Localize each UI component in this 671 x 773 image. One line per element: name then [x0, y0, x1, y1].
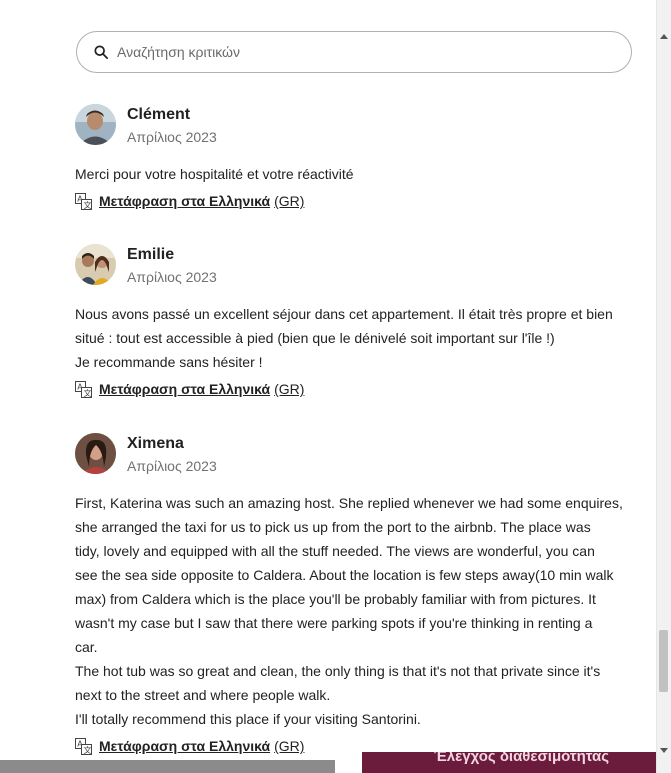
translate-icon: A 文 — [75, 380, 92, 398]
search-input[interactable] — [117, 44, 597, 60]
review-text: Merci pour votre hospitalité et votre ré… — [75, 162, 354, 186]
translate-button[interactable]: A 文 Μετάφραση στα Ελληνικά (GR) — [75, 191, 304, 211]
scroll-up-arrow-icon[interactable] — [660, 34, 668, 39]
review-text-line: situé : tout est accessible à pied (bien… — [75, 330, 555, 346]
review-text-line: The hot tub was so great and clean, the … — [75, 663, 601, 679]
search-icon — [94, 45, 108, 59]
reviewer-name: Emilie — [127, 246, 175, 263]
reviews-modal: Clément Απρίλιος 2023 Merci pour votre h… — [0, 0, 657, 773]
review-text-line: Nous avons passé un excellent séjour dan… — [75, 306, 613, 322]
avatar[interactable] — [75, 433, 116, 474]
reviewer-name: Ximena — [127, 435, 184, 452]
translate-link[interactable]: Μετάφραση στα Ελληνικά — [99, 738, 270, 754]
review-text-line: see the sea side opposite to Caldera. Ab… — [75, 567, 614, 583]
translate-language-code[interactable]: (GR) — [274, 381, 304, 397]
translate-language-code[interactable]: (GR) — [274, 738, 304, 754]
review-text-line: Je recommande sans hésiter ! — [75, 354, 263, 370]
translate-language-code[interactable]: (GR) — [274, 193, 304, 209]
check-availability-label: Έλεγχος διαθεσιμότητας — [434, 752, 610, 765]
translate-link[interactable]: Μετάφραση στα Ελληνικά — [99, 193, 270, 209]
translate-link[interactable]: Μετάφραση στα Ελληνικά — [99, 381, 270, 397]
reviewer-name: Clément — [127, 106, 191, 123]
translate-button[interactable]: A 文 Μετάφραση στα Ελληνικά (GR) — [75, 736, 304, 756]
check-availability-button[interactable]: Έλεγχος διαθεσιμότητας — [362, 752, 657, 773]
review-text-line: wasn't my case but I saw that there were… — [75, 615, 593, 631]
review-text-line: I'll totally recommend this place if you… — [75, 711, 421, 727]
review-date: Απρίλιος 2023 — [127, 458, 217, 474]
svg-text:文: 文 — [84, 387, 92, 397]
svg-text:文: 文 — [84, 199, 92, 209]
review-date: Απρίλιος 2023 — [127, 129, 217, 145]
avatar[interactable] — [75, 244, 116, 285]
review-text-line: next to the street and where people walk… — [75, 687, 331, 703]
review-text-line: First, Katerina was such an amazing host… — [75, 495, 623, 511]
search-reviews-field[interactable] — [76, 31, 632, 73]
translate-icon: A 文 — [75, 192, 92, 210]
avatar[interactable] — [75, 104, 116, 145]
review-text-line: Merci pour votre hospitalité et votre ré… — [75, 166, 354, 182]
review-text-line: car. — [75, 639, 98, 655]
review-text: First, Katerina was such an amazing host… — [75, 491, 623, 731]
scroll-down-arrow-icon[interactable] — [660, 748, 668, 753]
translate-icon: A 文 — [75, 737, 92, 755]
translate-button[interactable]: A 文 Μετάφραση στα Ελληνικά (GR) — [75, 379, 304, 399]
review-text-line: tidy, lovely and equipped with all the s… — [75, 543, 595, 559]
scrollbar-thumb[interactable] — [659, 630, 668, 692]
review-text-line: she arranged the taxi for us to pick us … — [75, 519, 591, 535]
svg-text:文: 文 — [84, 744, 92, 754]
scrollbar[interactable] — [656, 0, 671, 773]
review-text-line: max) from Caldera which is the place you… — [75, 591, 596, 607]
review-text: Nous avons passé un excellent séjour dan… — [75, 302, 613, 374]
page-background-strip — [0, 760, 335, 773]
review-date: Απρίλιος 2023 — [127, 269, 217, 285]
